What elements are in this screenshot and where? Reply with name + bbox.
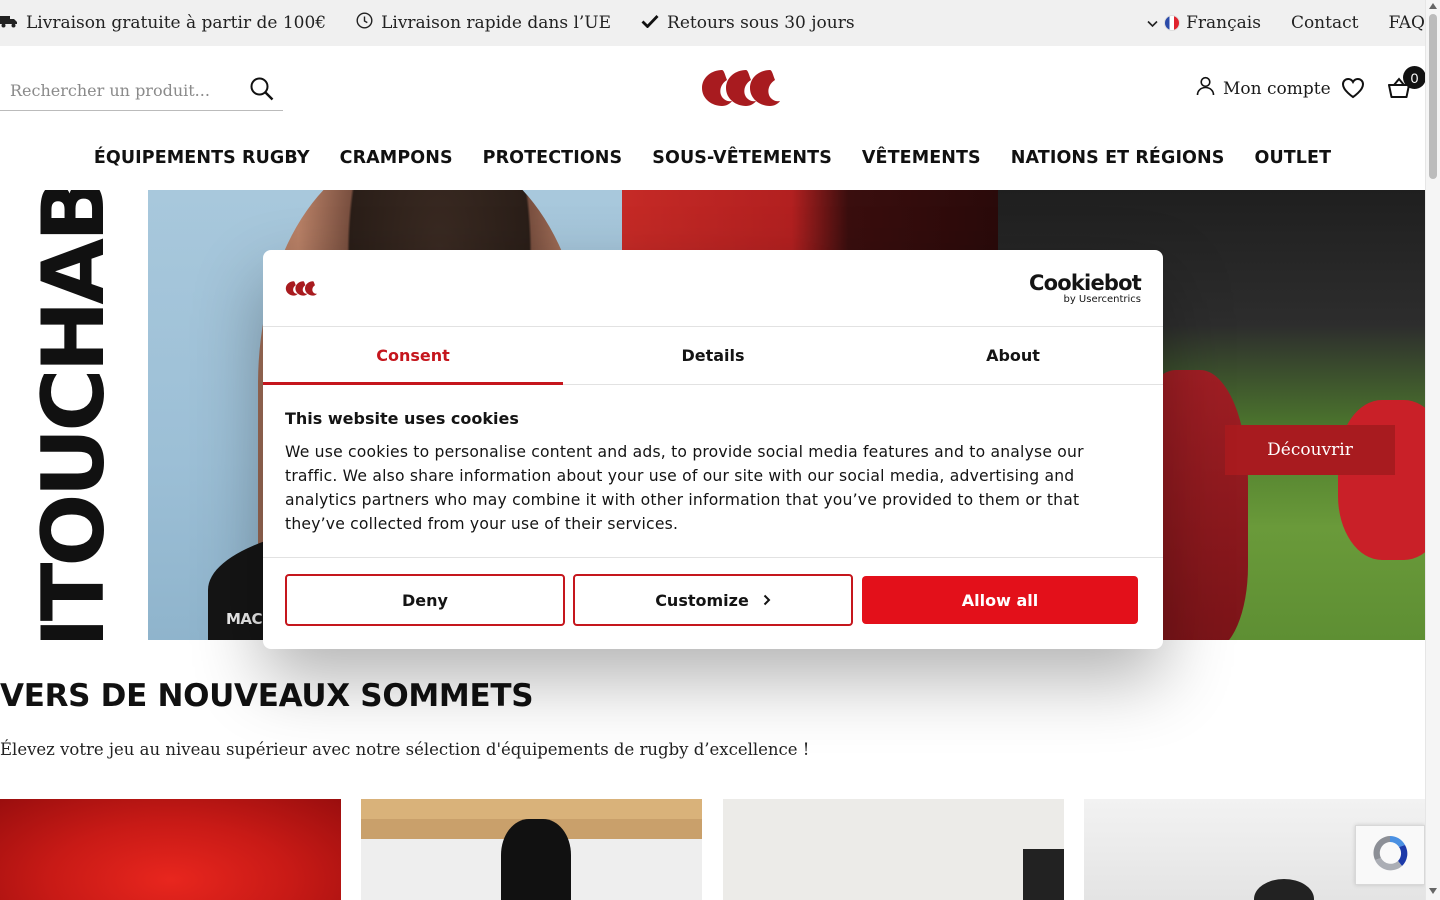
customize-button[interactable]: Customize [573,574,853,626]
nav-item-outlet[interactable]: OUTLET [1254,148,1331,168]
allow-all-button[interactable]: Allow all [862,576,1138,624]
dialog-tabs: Consent Details About [263,327,1163,385]
check-icon [641,13,659,33]
category-card[interactable] [361,799,702,900]
usp-label: Livraison rapide dans l’UE [381,13,612,33]
customize-label: Customize [655,590,749,610]
brand-logo[interactable] [700,66,780,108]
usp-label: Retours sous 30 jours [667,13,855,33]
category-card[interactable] [0,799,341,900]
usp-returns: Retours sous 30 jours [641,13,855,33]
account-label: Mon compte [1223,78,1331,99]
bag-image [501,819,571,900]
usp-fast-delivery: Livraison rapide dans l’UE [356,12,611,34]
cookiebot-logo[interactable]: Cookiebot by Usercentrics [1029,271,1142,306]
usp-free-shipping: Livraison gratuite à partir de 100€ [0,13,326,33]
cart-count-badge: 0 [1403,66,1426,89]
chevron-right-icon [763,591,771,610]
contact-link[interactable]: Contact [1291,13,1359,33]
dialog-actions: Deny Customize Allow all [285,574,1138,626]
top-utility-bar: Livraison gratuite à partir de 100€ Livr… [0,0,1425,46]
person-image [1023,849,1064,900]
france-flag-icon [1164,15,1181,31]
recaptcha-badge[interactable] [1355,825,1425,885]
recaptcha-icon [1369,832,1411,878]
section-title: VERS DE NOUVEAUX SOMMETS [0,678,534,714]
chevron-down-icon [1147,13,1158,33]
nav-item-vetements[interactable]: VÊTEMENTS [862,148,981,168]
nav-item-equipements-rugby[interactable]: ÉQUIPEMENTS RUGBY [94,148,310,168]
main-navigation: ÉQUIPEMENTS RUGBY CRAMPONS PROTECTIONS S… [0,138,1425,178]
boot-shape [1338,400,1425,560]
hero-title-text: UNTOUCHABLE [24,190,124,640]
cookiebot-name: Cookiebot [1029,271,1142,295]
cookie-consent-dialog: Cookiebot by Usercentrics Consent Detail… [263,250,1163,649]
dialog-text: We use cookies to personalise content an… [285,443,1084,533]
language-label: Français [1186,13,1261,33]
deny-button[interactable]: Deny [285,574,565,626]
tab-about[interactable]: About [863,327,1163,384]
scroll-down-arrow-icon[interactable] [1429,888,1437,894]
account-link[interactable]: Mon compte [1196,76,1331,101]
language-selector[interactable]: Français [1147,13,1261,33]
hero-title: UNTOUCHABLE [18,190,130,640]
brand-logo-small [285,277,317,299]
user-icon [1196,76,1215,101]
nav-item-crampons[interactable]: CRAMPONS [340,148,453,168]
cookiebot-sub: by Usercentrics [1063,294,1141,305]
clock-icon [356,12,373,34]
search-icon[interactable] [249,76,275,102]
scroll-up-arrow-icon[interactable] [1429,3,1437,9]
nav-item-protections[interactable]: PROTECTIONS [483,148,623,168]
tab-consent[interactable]: Consent [263,327,563,385]
person-image [1254,879,1314,900]
nav-item-nations-regions[interactable]: NATIONS ET RÉGIONS [1011,148,1225,168]
discover-button[interactable]: Découvrir [1225,425,1395,475]
faq-link[interactable]: FAQ [1388,13,1425,33]
dialog-header: Cookiebot by Usercentrics [263,250,1163,327]
site-header: Mon compte 0 [0,46,1426,130]
dialog-title: This website uses cookies [285,409,519,428]
scroll-thumb[interactable] [1429,14,1437,179]
truck-icon [0,13,18,33]
heart-icon[interactable] [1341,77,1365,99]
section-subtitle: Élevez votre jeu au niveau supérieur ave… [0,740,810,759]
tab-details[interactable]: Details [563,327,863,384]
search-input[interactable] [0,80,240,100]
nav-item-sous-vetements[interactable]: SOUS-VÊTEMENTS [652,148,832,168]
search-bar [0,70,283,111]
page-scrollbar[interactable] [1425,0,1440,900]
dialog-body: This website uses cookies We use cookies… [263,385,1163,558]
category-card[interactable] [723,799,1064,900]
usp-label: Livraison gratuite à partir de 100€ [26,13,327,33]
